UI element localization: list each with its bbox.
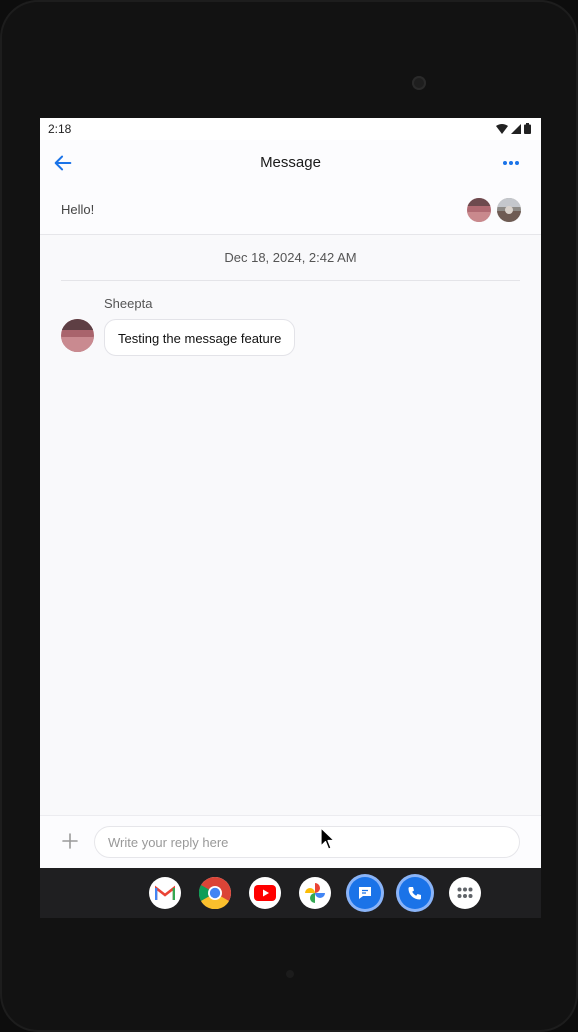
youtube-icon[interactable] xyxy=(249,877,281,909)
device-sensor xyxy=(286,970,294,978)
photos-icon[interactable] xyxy=(299,877,331,909)
avatar-photo-icon xyxy=(61,319,94,352)
app-drawer-icon[interactable] xyxy=(449,877,481,909)
screen: 2:18 Message Hello! Dec 18, 2024, 2:42 A… xyxy=(40,118,541,918)
app-bar: Message xyxy=(40,140,541,186)
battery-icon xyxy=(524,123,531,134)
messages-icon[interactable] xyxy=(349,877,381,909)
participant-avatar[interactable] xyxy=(467,198,491,222)
message-date: Dec 18, 2024, 2:42 AM xyxy=(224,250,357,265)
phone-icon[interactable] xyxy=(399,877,431,909)
avatar-photo-icon xyxy=(497,198,521,222)
message-bubble: Testing the message feature xyxy=(104,319,296,356)
sender-avatar[interactable] xyxy=(61,319,94,352)
status-time: 2:18 xyxy=(48,122,72,136)
avatar-photo-icon xyxy=(467,198,491,222)
status-bar: 2:18 xyxy=(40,118,541,140)
conversation-header: Hello! xyxy=(40,186,541,235)
more-options-icon[interactable] xyxy=(501,153,521,173)
page-title: Message xyxy=(260,154,321,171)
signal-icon xyxy=(511,124,521,134)
status-icons xyxy=(496,123,531,134)
conversation-subject: Hello! xyxy=(61,202,95,217)
message-sender: Sheepta xyxy=(104,296,153,311)
wifi-icon xyxy=(496,124,508,134)
participant-avatar[interactable] xyxy=(497,198,521,222)
add-attachment-icon[interactable] xyxy=(61,832,79,850)
chrome-icon[interactable] xyxy=(199,877,231,909)
reply-input[interactable] xyxy=(94,826,520,858)
reply-composer xyxy=(40,815,541,869)
tablet-frame: 2:18 Message Hello! Dec 18, 2024, 2:42 A… xyxy=(0,0,578,1032)
date-divider xyxy=(61,280,520,281)
front-camera xyxy=(412,76,426,90)
gmail-icon[interactable] xyxy=(149,877,181,909)
mouse-pointer-icon xyxy=(320,827,335,850)
taskbar xyxy=(40,868,541,918)
